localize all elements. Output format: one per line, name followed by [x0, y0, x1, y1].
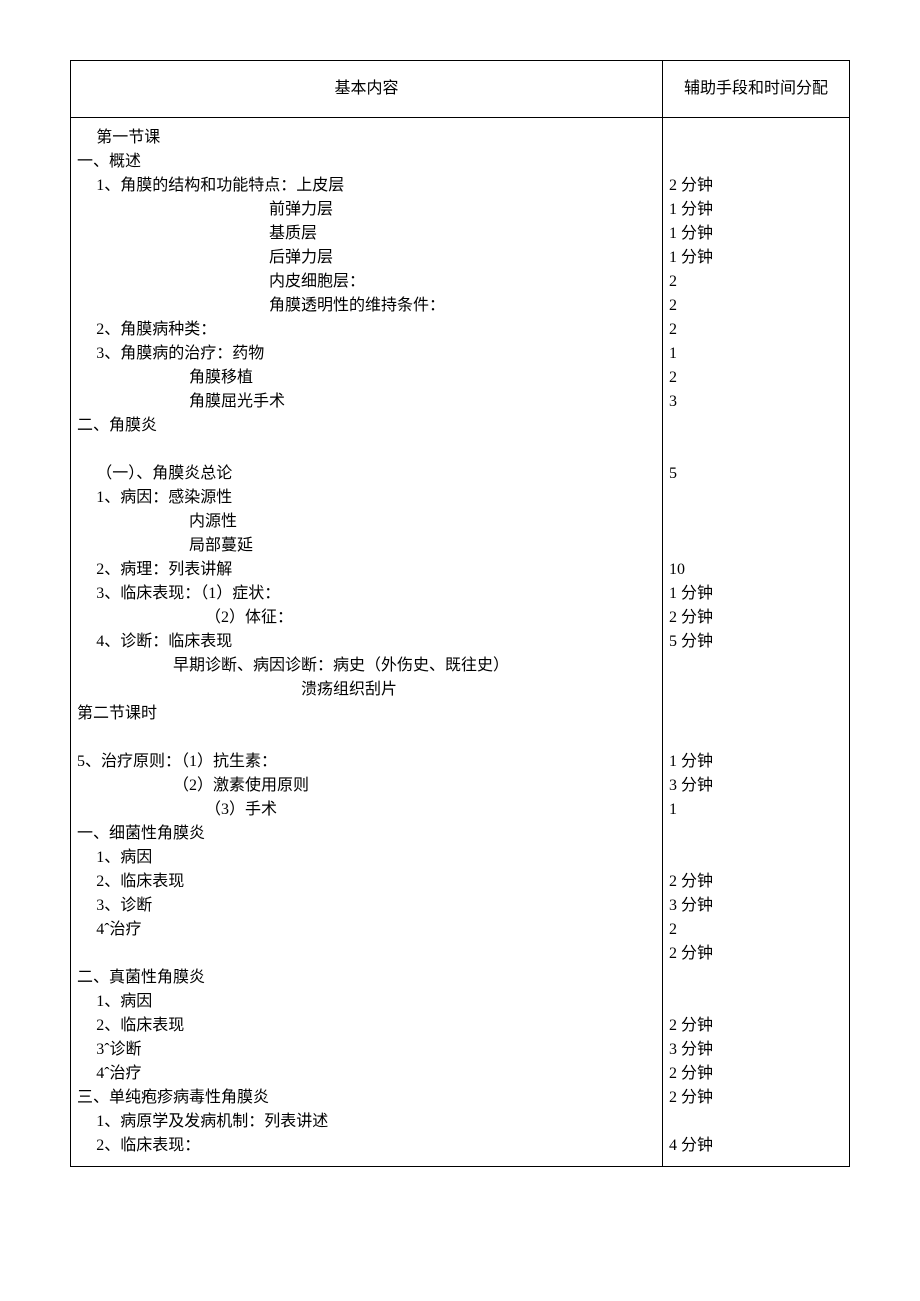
duration-line: 2 分钟 [669, 1014, 843, 1038]
content-line: 二、角膜炎 [77, 414, 656, 438]
outline-table: 基本内容 辅助手段和时间分配 第一节课一、概述1、角膜的结构和功能特点：上皮层前… [70, 60, 850, 1167]
duration-line: 2 [669, 294, 843, 318]
duration-line: 2 分钟 [669, 1062, 843, 1086]
duration-line: 3 [669, 390, 843, 414]
content-line: 3、诊断 [77, 894, 656, 918]
content-line: 1、病因 [77, 846, 656, 870]
content-cell: 第一节课一、概述1、角膜的结构和功能特点：上皮层前弹力层基质层后弹力层内皮细胞层… [71, 118, 663, 1167]
content-line: 一、概述 [77, 150, 656, 174]
content-line: 4、诊断：临床表现 [77, 630, 656, 654]
duration-line: 1 [669, 342, 843, 366]
duration-line: 2 分钟 [669, 870, 843, 894]
duration-line: 3 分钟 [669, 774, 843, 798]
duration-line: 5 [669, 462, 843, 486]
content-line: （2）体征： [77, 606, 656, 630]
duration-line: 3 分钟 [669, 894, 843, 918]
content-line: 早期诊断、病因诊断：病史（外伤史、既往史） [77, 654, 656, 678]
content-line: 3、临床表现：（1）症状： [77, 582, 656, 606]
duration-line [669, 126, 843, 150]
duration-line [669, 150, 843, 174]
duration-line [669, 966, 843, 990]
duration-cell: 2 分钟1 分钟1 分钟1 分钟222123 5 101 分钟2 分钟5 分钟 … [663, 118, 850, 1167]
content-line: 2、临床表现 [77, 870, 656, 894]
content-line: （一）、角膜炎总论 [77, 462, 656, 486]
content-line [77, 729, 81, 746]
duration-line [669, 846, 843, 870]
content-line: 2、临床表现 [77, 1014, 656, 1038]
content-line: 3、角膜病的治疗：药物 [77, 342, 656, 366]
duration-line: 1 分钟 [669, 750, 843, 774]
duration-line: 2 [669, 270, 843, 294]
duration-line [669, 486, 843, 510]
content-line: 溃疡组织刮片 [77, 678, 656, 702]
duration-line: 2 [669, 918, 843, 942]
content-line: 1、病因：感染源性 [77, 486, 656, 510]
content-line: 1、病因 [77, 990, 656, 1014]
duration-line [669, 654, 843, 678]
table-header-row: 基本内容 辅助手段和时间分配 [71, 61, 850, 118]
content-line: 角膜屈光手术 [77, 390, 656, 414]
content-line: 角膜透明性的维持条件： [77, 294, 656, 318]
duration-line: 1 分钟 [669, 582, 843, 606]
content-line: 局部蔓延 [77, 534, 656, 558]
duration-line [669, 534, 843, 558]
content-line: 5、治疗原则：（1）抗生素： [77, 750, 656, 774]
content-line: 角膜移植 [77, 366, 656, 390]
content-line [77, 441, 81, 458]
content-line: 后弹力层 [77, 246, 656, 270]
content-line: 第二节课时 [77, 702, 656, 726]
duration-line: 2 分钟 [669, 942, 843, 966]
duration-line [669, 441, 673, 458]
content-line: 一、细菌性角膜炎 [77, 822, 656, 846]
duration-line: 1 [669, 798, 843, 822]
duration-line [669, 678, 843, 702]
duration-line [669, 822, 843, 846]
header-side: 辅助手段和时间分配 [663, 61, 850, 118]
content-line: 二、真菌性角膜炎 [77, 966, 656, 990]
content-line: 内皮细胞层： [77, 270, 656, 294]
content-line: 1、角膜的结构和功能特点：上皮层 [77, 174, 656, 198]
content-line: 前弹力层 [77, 198, 656, 222]
duration-line: 2 分钟 [669, 1086, 843, 1110]
duration-line [669, 702, 843, 726]
content-line: 第一节课 [77, 126, 656, 150]
content-line: 三、单纯疱疹病毒性角膜炎 [77, 1086, 656, 1110]
duration-line [669, 414, 843, 438]
duration-line [669, 729, 673, 746]
content-line: 4ˆ治疗 [77, 918, 656, 942]
content-line [77, 942, 656, 966]
duration-line: 3 分钟 [669, 1038, 843, 1062]
duration-line: 1 分钟 [669, 246, 843, 270]
duration-line: 2 分钟 [669, 174, 843, 198]
duration-line [669, 510, 843, 534]
duration-line: 2 [669, 318, 843, 342]
duration-line: 10 [669, 558, 843, 582]
content-line: 基质层 [77, 222, 656, 246]
duration-line: 5 分钟 [669, 630, 843, 654]
duration-line [669, 990, 843, 1014]
content-line: 内源性 [77, 510, 656, 534]
table-body-row: 第一节课一、概述1、角膜的结构和功能特点：上皮层前弹力层基质层后弹力层内皮细胞层… [71, 118, 850, 1167]
content-line: （3）手术 [77, 798, 656, 822]
content-line: 3ˆ诊断 [77, 1038, 656, 1062]
duration-line: 4 分钟 [669, 1134, 843, 1158]
duration-line: 1 分钟 [669, 222, 843, 246]
duration-line: 2 分钟 [669, 606, 843, 630]
content-line: （2）激素使用原则 [77, 774, 656, 798]
content-line: 2、临床表现： [77, 1134, 656, 1158]
content-line: 2、角膜病种类： [77, 318, 656, 342]
content-line: 1、病原学及发病机制：列表讲述 [77, 1110, 656, 1134]
content-line: 4ˆ治疗 [77, 1062, 656, 1086]
duration-line: 1 分钟 [669, 198, 843, 222]
duration-line: 2 [669, 366, 843, 390]
duration-line [669, 1110, 843, 1134]
header-main: 基本内容 [71, 61, 663, 118]
content-line: 2、病理：列表讲解 [77, 558, 656, 582]
